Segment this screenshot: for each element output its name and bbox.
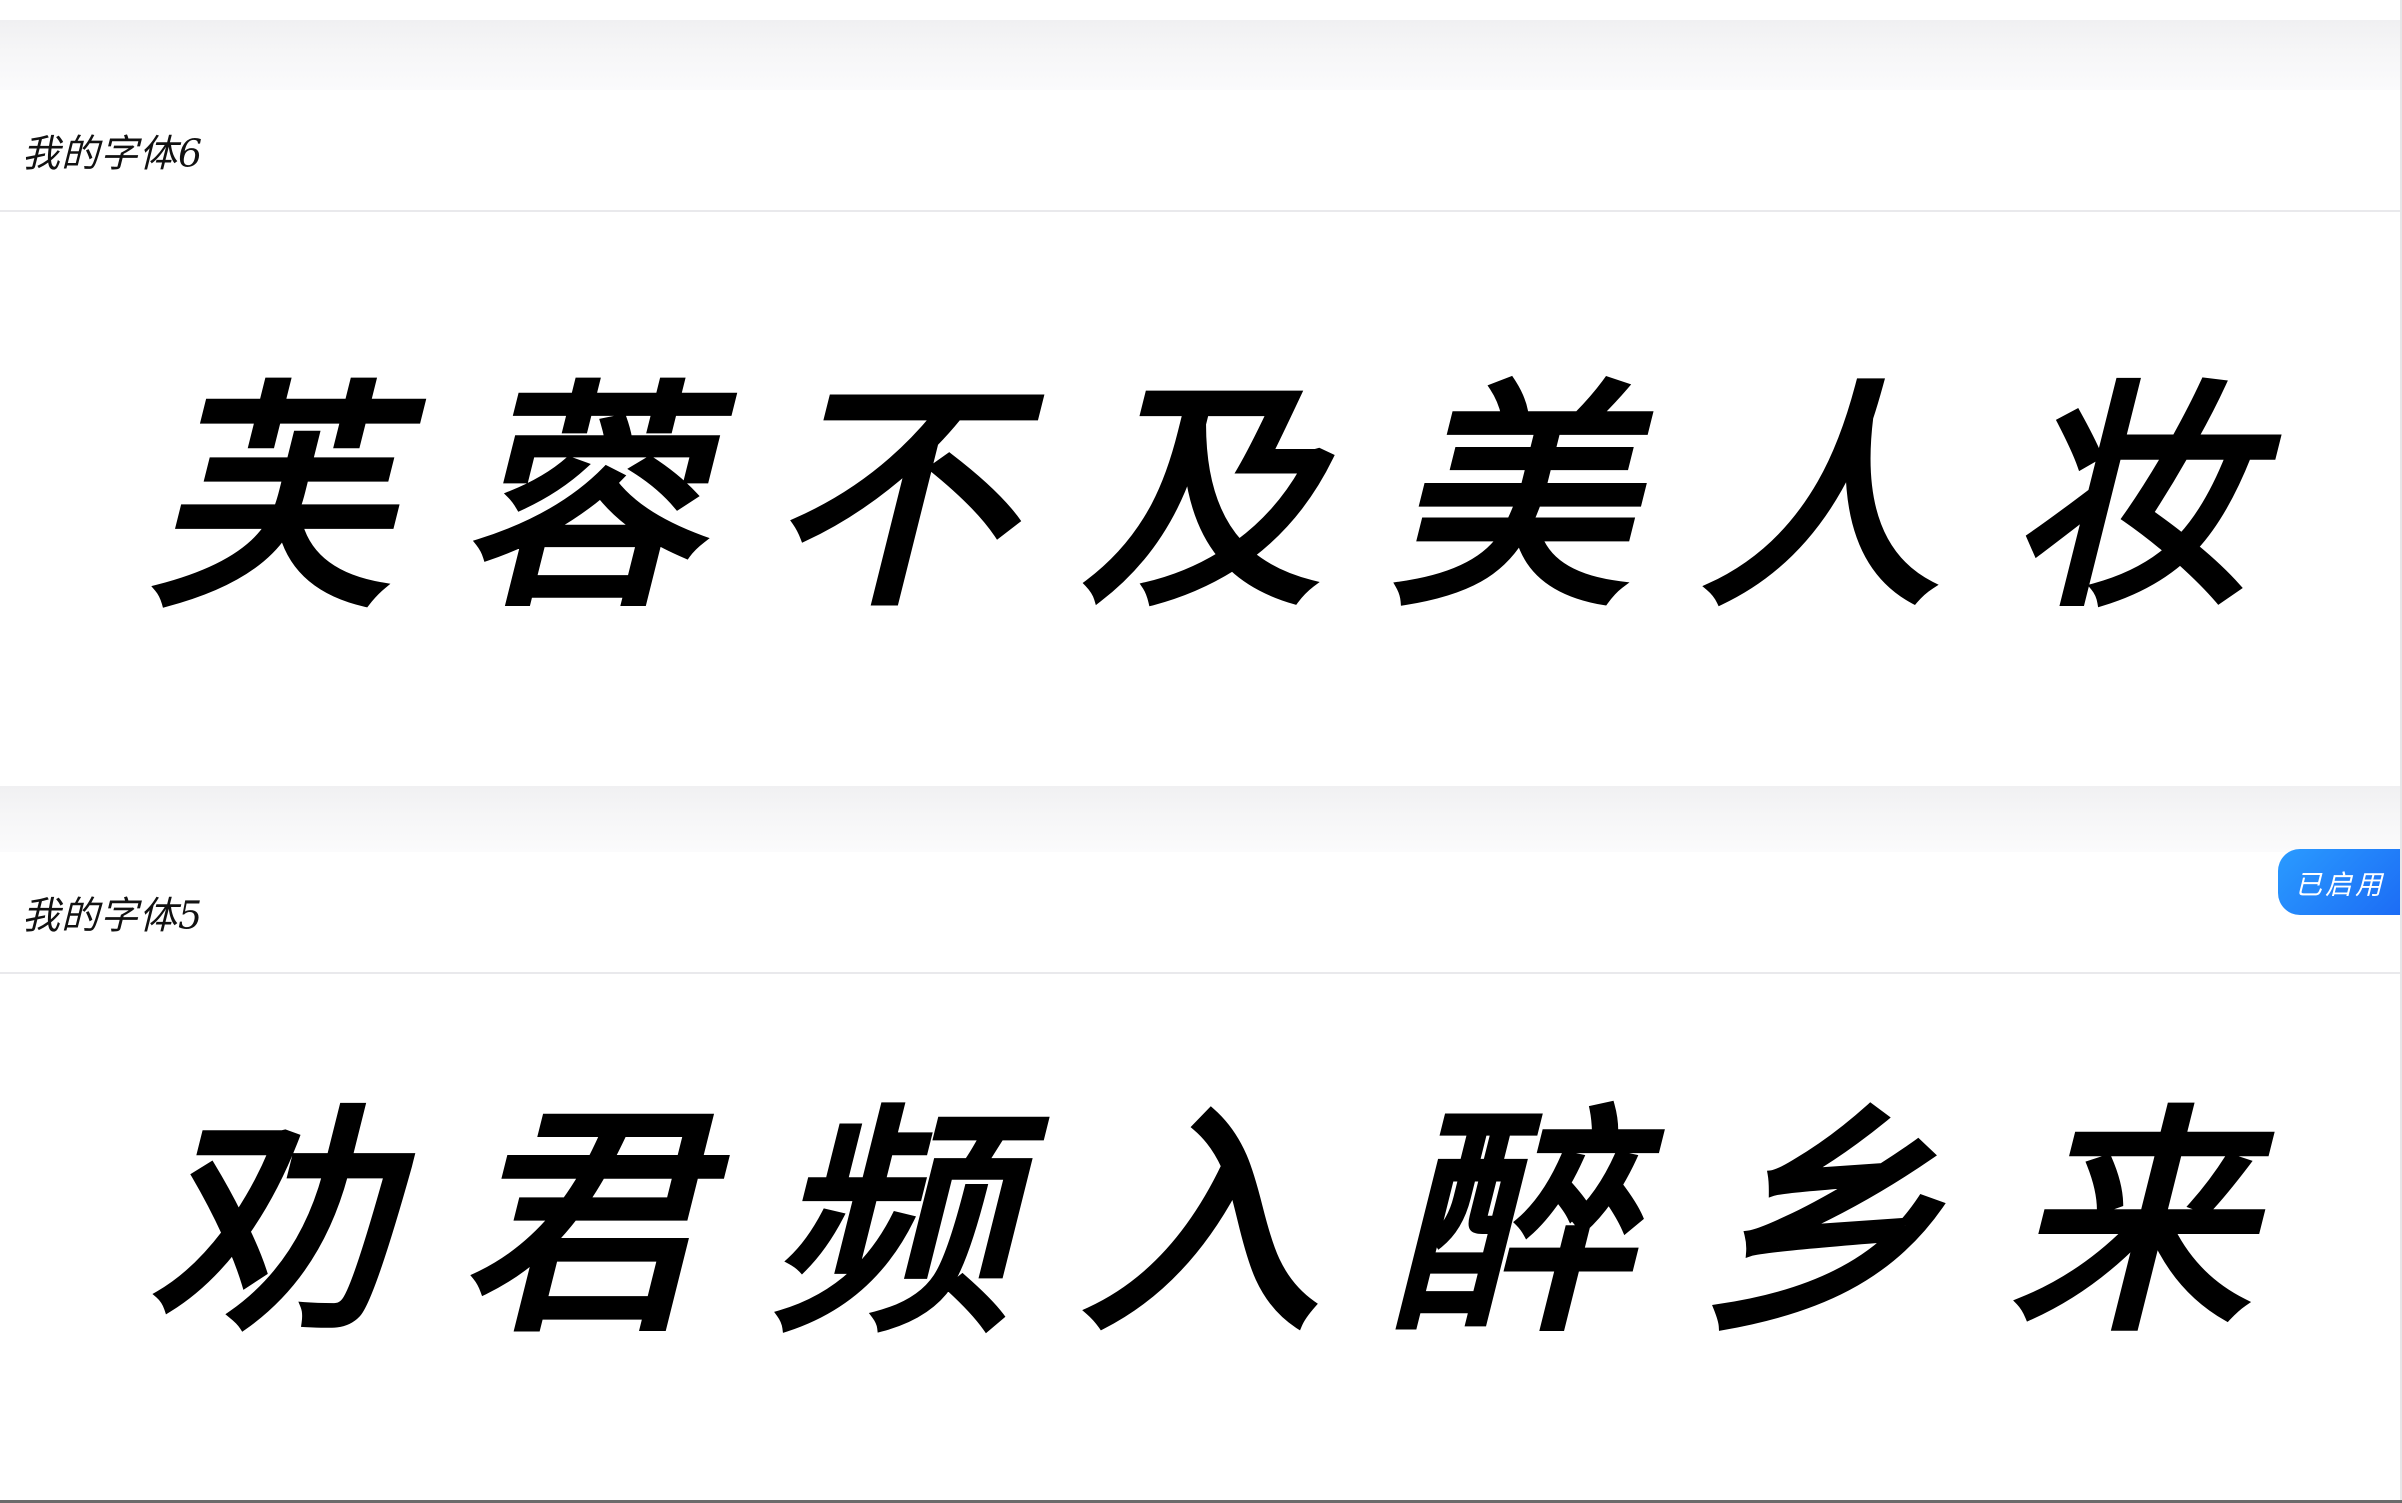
font-card-header: 我的字体5 已启用 bbox=[0, 849, 2402, 974]
font-preview: 劝君频入醉乡来 bbox=[0, 974, 2400, 1474]
font-name-label: 我的字体5 bbox=[22, 893, 204, 938]
enabled-badge: 已启用 bbox=[2278, 849, 2402, 915]
list-gap-middle bbox=[0, 786, 2402, 852]
font-preview-text: 劝君频入醉乡来 bbox=[150, 1083, 2320, 1365]
font-preview-text: 芙蓉不及美人妆 bbox=[150, 358, 2320, 640]
font-list-page: 我的字体6 芙蓉不及美人妆 我的字体5 已启用 劝君频入醉乡来 bbox=[0, 0, 2402, 1503]
list-gap-top bbox=[0, 20, 2402, 90]
font-card-2[interactable]: 我的字体5 已启用 劝君频入醉乡来 bbox=[0, 849, 2402, 1503]
font-name-label: 我的字体6 bbox=[22, 131, 204, 176]
font-card-header: 我的字体6 bbox=[0, 90, 2400, 212]
font-card-1[interactable]: 我的字体6 芙蓉不及美人妆 bbox=[0, 90, 2400, 786]
font-preview: 芙蓉不及美人妆 bbox=[0, 212, 2400, 786]
